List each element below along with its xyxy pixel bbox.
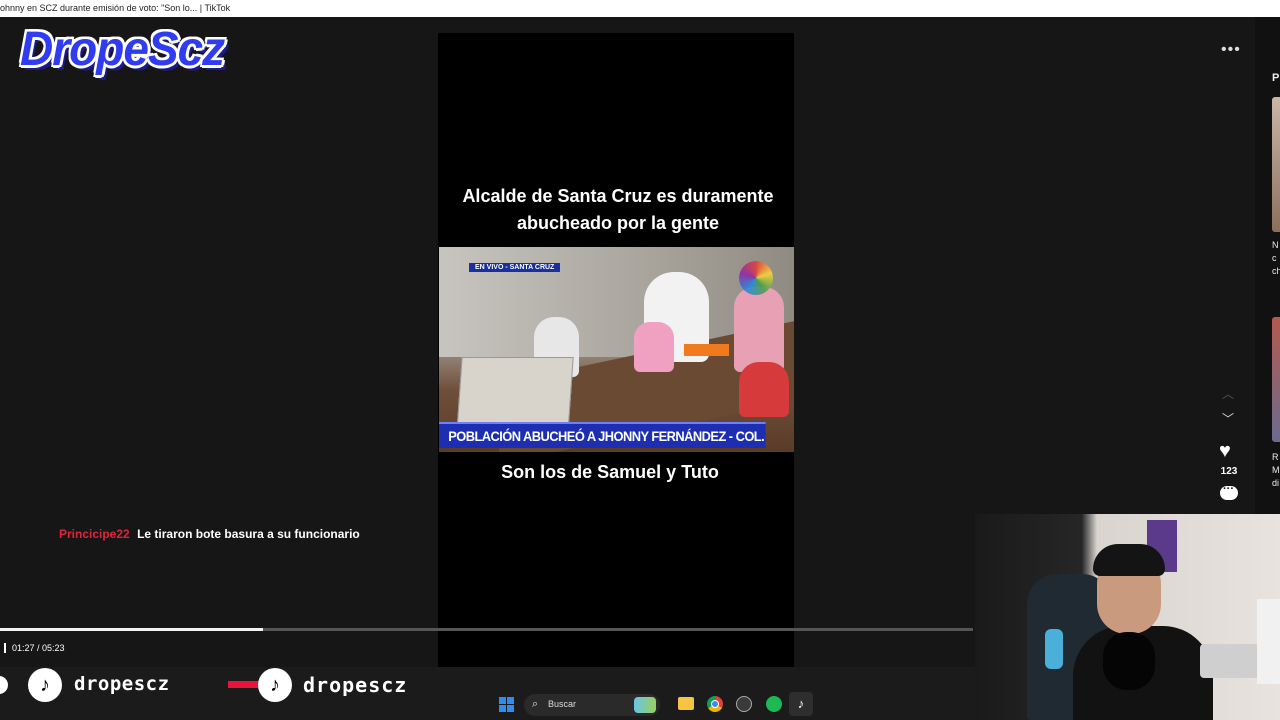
clip-person [734,287,784,372]
lower-third: POBLACIÓN ABUCHEÓ A JHONNY FERNÁNDEZ - C… [439,422,766,448]
taskbar-search[interactable]: ⌕ Buscar [524,694,660,716]
channel-bug-icon [739,261,773,295]
accent-bar [228,681,260,688]
progress-bar[interactable] [0,628,973,631]
heart-icon[interactable]: ♥ [1219,440,1231,463]
more-horizontal-icon[interactable]: ••• [1221,41,1241,59]
chat-message: Princicipe22 Le tiraron bote basura a su… [59,527,360,541]
spotify-icon[interactable] [766,696,782,712]
tiktok-logo-icon: ♪ [258,668,292,702]
chat-username: Princicipe22 [59,527,130,541]
suggested-thumbnail[interactable] [1272,317,1280,442]
shelf-items [1200,644,1260,678]
search-placeholder: Buscar [548,699,577,709]
window-title: ohnny en SCZ durante emisión de voto: "S… [0,0,1280,17]
obs-icon[interactable] [736,696,752,712]
comment-icon[interactable] [1220,483,1238,500]
search-icon: ⌕ [532,698,539,710]
clip-object [684,344,729,356]
social-handle: dropescz [303,673,408,697]
playback-time: 01:27 / 05:23 [4,643,65,653]
tiktok-app-icon[interactable]: ♪ [789,692,813,716]
video-caption: Son los de Samuel y Tuto [501,462,719,482]
suggested-title[interactable]: N c ch [1272,239,1280,278]
video-headline: Alcalde de Santa Cruz es duramente abuch… [462,186,774,233]
webcam-feed [975,514,1280,720]
streamer-hair [1093,544,1165,576]
windows-start-icon[interactable] [499,697,514,712]
suggested-heading: P [1272,72,1280,84]
progress-fill [0,628,263,631]
live-tag: EN VIVO - SANTA CRUZ [469,263,561,272]
channel-logo: DropeScz [20,20,225,76]
chevron-down-icon[interactable]: ﹀ [1222,410,1234,427]
clip-person [634,322,674,372]
chat-text: Le tiraron bote basura a su funcionario [137,527,360,541]
social-handle: dropescz [74,673,170,695]
chair-accent [1045,629,1063,669]
file-explorer-icon[interactable] [678,697,694,710]
clip-person [739,362,789,417]
search-highlight-icon [634,697,656,713]
tiktok-logo-icon: ♪ [28,668,62,702]
like-count: 123 [1220,466,1238,477]
microphone [1103,632,1155,690]
taskbar: ⌕ Buscar ♪ [490,688,820,720]
suggested-thumbnail[interactable] [1272,97,1280,232]
chevron-up-icon[interactable]: ︿ [1222,385,1234,402]
suggested-title[interactable]: R M di [1272,451,1280,490]
news-clip: EN VIVO - SANTA CRUZ POBLACIÓN ABUCHEÓ A… [439,247,794,452]
chrome-icon[interactable] [707,696,723,712]
console [1257,599,1280,684]
